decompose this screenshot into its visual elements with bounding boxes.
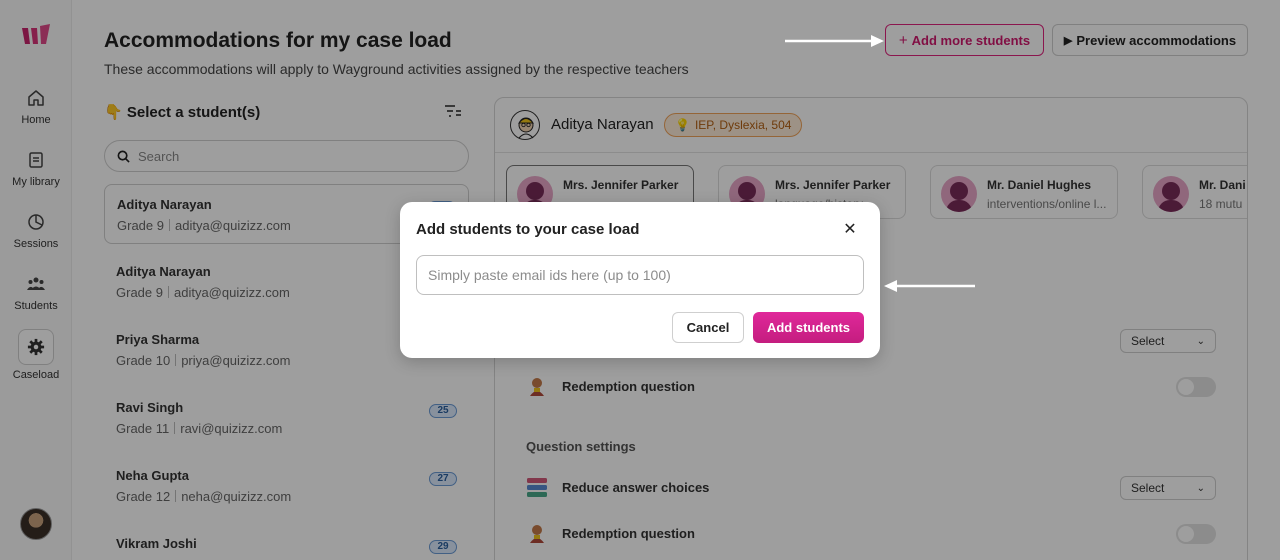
add-students-button[interactable]: Add students bbox=[753, 312, 864, 343]
close-icon[interactable]: ✕ bbox=[842, 222, 858, 238]
annotation-arrow-icon bbox=[785, 35, 884, 47]
email-ids-input[interactable] bbox=[416, 255, 864, 295]
modal-title: Add students to your case load bbox=[416, 221, 640, 238]
add-students-modal: Add students to your case load ✕ Cancel … bbox=[400, 202, 880, 358]
cancel-button[interactable]: Cancel bbox=[672, 312, 744, 343]
annotation-arrow-icon bbox=[884, 280, 975, 292]
